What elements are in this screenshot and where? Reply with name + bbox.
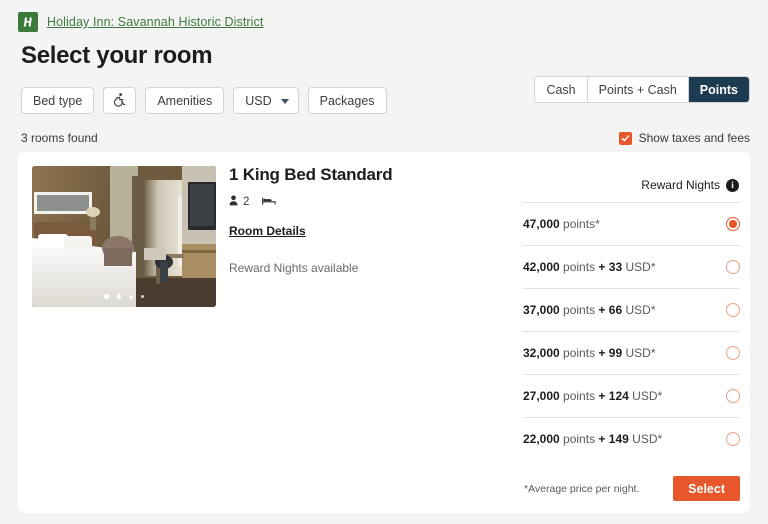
price-option-radio[interactable] <box>726 303 740 317</box>
cash-value: 66 <box>608 303 623 317</box>
price-option-label: 27,000 points + 124 USD* <box>523 389 662 403</box>
accessibility-icon <box>112 92 127 110</box>
checkmark-icon <box>621 134 629 141</box>
room-attributes: 2 <box>229 193 486 211</box>
plus-sign: + <box>598 303 606 317</box>
points-unit: points <box>563 432 596 446</box>
taxes-checkbox-label: Show taxes and fees <box>638 131 750 145</box>
points-value: 37,000 <box>523 303 560 317</box>
chevron-down-icon <box>280 98 289 104</box>
cash-unit: USD* <box>625 260 656 274</box>
plus-sign: + <box>598 260 606 274</box>
bed-icon <box>262 193 277 211</box>
carousel-dot-3[interactable] <box>129 294 134 299</box>
rooms-found-count: 3 rooms found <box>21 131 98 145</box>
price-option-radio[interactable] <box>726 217 740 231</box>
tab-cash[interactable]: Cash <box>535 77 588 102</box>
price-option-label: 42,000 points + 33 USD* <box>523 260 656 274</box>
room-details-link[interactable]: Room Details <box>229 224 306 238</box>
cash-value: 99 <box>608 346 623 360</box>
filter-packages-button[interactable]: Packages <box>307 87 387 114</box>
price-option-radio[interactable] <box>726 260 740 274</box>
currency-value: USD <box>245 93 272 108</box>
rate-type-toggle: Cash Points + Cash Points <box>534 76 750 103</box>
cash-value: 33 <box>608 260 623 274</box>
price-option-row[interactable]: 32,000 points + 99 USD* <box>523 331 740 374</box>
price-option-radio[interactable] <box>726 389 740 403</box>
plus-sign: + <box>598 389 606 403</box>
cash-value: 149 <box>608 432 629 446</box>
points-value: 42,000 <box>523 260 560 274</box>
points-unit: points <box>563 260 596 274</box>
points-unit: points <box>563 303 596 317</box>
price-option-label: 22,000 points + 149 USD* <box>523 432 662 446</box>
filter-accessibility-button[interactable] <box>103 87 137 114</box>
tab-points[interactable]: Points <box>688 77 749 102</box>
points-unit: points <box>563 389 596 403</box>
price-option-radio[interactable] <box>726 432 740 446</box>
pricing-footer: *Average price per night. Select <box>523 476 740 501</box>
carousel-dots[interactable] <box>32 294 216 299</box>
price-option-radio[interactable] <box>726 346 740 360</box>
person-icon <box>229 193 238 211</box>
currency-select[interactable]: USD <box>233 87 299 114</box>
cash-value: 124 <box>608 389 629 403</box>
filter-amenities-button[interactable]: Amenities <box>145 87 225 114</box>
price-option-label: 37,000 points + 66 USD* <box>523 303 656 317</box>
carousel-dot-4[interactable] <box>141 295 145 298</box>
carousel-dot-2[interactable] <box>116 294 122 299</box>
points-unit: points* <box>563 217 600 231</box>
occupancy-count: 2 <box>243 196 250 208</box>
page-title: Select your room <box>21 42 213 69</box>
cash-unit: USD* <box>625 303 656 317</box>
points-value: 22,000 <box>523 432 560 446</box>
price-option-row[interactable]: 22,000 points + 149 USD* <box>523 417 740 460</box>
price-option-row[interactable]: 27,000 points + 124 USD* <box>523 374 740 417</box>
results-meta-row: 3 rooms found Show taxes and fees <box>21 131 750 145</box>
plus-sign: + <box>598 346 606 360</box>
cash-unit: USD* <box>625 346 656 360</box>
hotel-name-link[interactable]: Holiday Inn: Savannah Historic District <box>47 15 264 29</box>
reward-nights-availability: Reward Nights available <box>229 261 359 275</box>
carousel-dot-1[interactable] <box>103 294 109 299</box>
price-option-label: 32,000 points + 99 USD* <box>523 346 656 360</box>
info-icon[interactable]: i <box>726 178 739 192</box>
points-value: 47,000 <box>523 217 560 231</box>
price-option-row[interactable]: 42,000 points + 33 USD* <box>523 245 740 288</box>
room-photo-carousel[interactable] <box>32 166 216 307</box>
reward-nights-header: Reward Nights i <box>523 178 740 192</box>
room-photo <box>32 166 216 307</box>
select-button[interactable]: Select <box>673 476 740 501</box>
filter-bed-type-button[interactable]: Bed type <box>21 87 95 114</box>
room-card: 1 King Bed Standard 2 Room Details Rewar… <box>18 152 750 513</box>
taxes-checkbox[interactable] <box>618 131 632 145</box>
plus-sign: + <box>598 432 606 446</box>
room-image-column <box>18 152 216 513</box>
show-taxes-and-fees-toggle[interactable]: Show taxes and fees <box>618 131 750 145</box>
tab-points-plus-cash[interactable]: Points + Cash <box>587 77 689 102</box>
reward-nights-label: Reward Nights <box>641 178 720 192</box>
points-unit: points <box>563 346 596 360</box>
points-value: 32,000 <box>523 346 560 360</box>
points-value: 27,000 <box>523 389 560 403</box>
pricing-column: Reward Nights i 47,000 points* 42,000 po… <box>505 152 750 501</box>
price-option-row[interactable]: 47,000 points* <box>523 202 740 245</box>
average-price-note: *Average price per night. <box>524 482 640 495</box>
hotel-brand-row[interactable]: Holiday Inn: Savannah Historic District <box>0 0 768 32</box>
cash-unit: USD* <box>632 432 663 446</box>
holiday-inn-logo-icon <box>18 12 38 32</box>
cash-unit: USD* <box>632 389 663 403</box>
room-title: 1 King Bed Standard <box>229 165 393 184</box>
room-info-column: 1 King Bed Standard 2 Room Details Rewar… <box>216 152 486 513</box>
price-option-row[interactable]: 37,000 points + 66 USD* <box>523 288 740 331</box>
price-option-label: 47,000 points* <box>523 217 600 231</box>
